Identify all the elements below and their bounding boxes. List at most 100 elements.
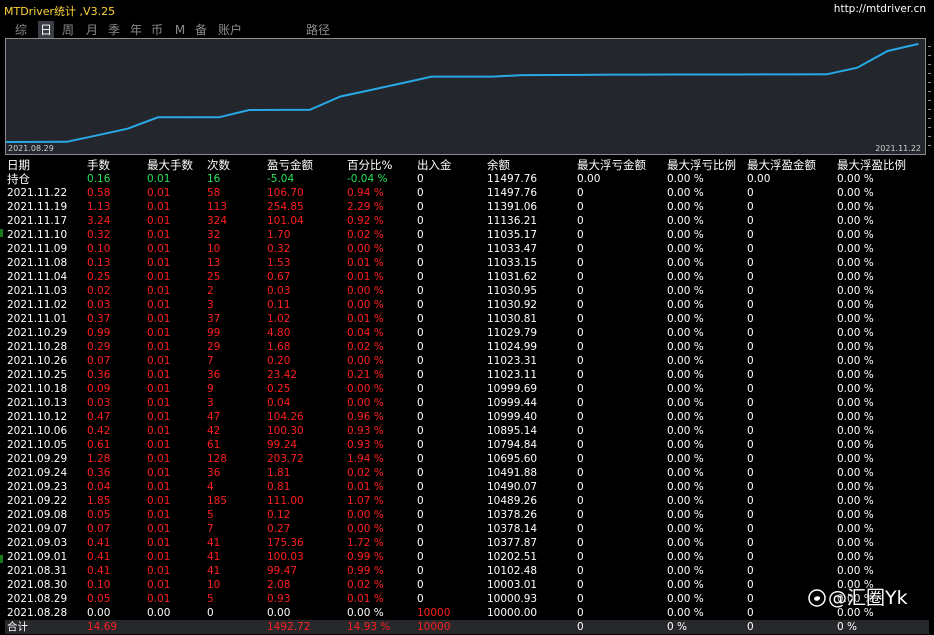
tab-2[interactable]: 周	[60, 21, 76, 39]
table-cell: 1.94 %	[347, 453, 384, 465]
table-cell: 0	[577, 537, 584, 549]
table-row[interactable]: 2021.11.19 1.13 0.01 113 254.85 2.29 % 0 11391.…	[5, 200, 929, 214]
table-row[interactable]: 2021.11.17 3.24 0.01 324 101.04 0.92 % 0 11136.…	[5, 214, 929, 228]
table-row[interactable]: 2021.09.07 0.07 0.01 7 0.27 0.00 % 0 10378.14 0 0…	[5, 522, 929, 536]
table-row[interactable]: 2021.11.02 0.03 0.01 3 0.11 0.00 % 0 11030.92 0 0…	[5, 298, 929, 312]
table-row[interactable]: 2021.09.23 0.04 0.01 4 0.81 0.01 % 0 10490.07 0 0…	[5, 480, 929, 494]
table-cell: 29	[207, 341, 221, 353]
table-cell: 11033.47	[487, 243, 538, 255]
table-cell: 0.01	[147, 467, 171, 479]
table-cell: 0.96 %	[347, 411, 384, 423]
title-bar: MTDriver统计 ,V3.25 http://mtdriver.cn	[0, 0, 934, 20]
table-row[interactable]: 2021.10.05 0.61 0.01 61 99.24 0.93 % 0 10794.84…	[5, 438, 929, 452]
table-cell: 0	[417, 257, 424, 269]
tab-3[interactable]: 月	[84, 21, 100, 39]
holding-row[interactable]: 持仓 0.16 0.01 16 -5.04 -0.04 % 0 11497.76 0.00 0.0…	[5, 172, 929, 186]
table-cell: 2021.09.22	[7, 495, 68, 507]
table-row[interactable]: 2021.11.09 0.10 0.01 10 0.32 0.00 % 0 11033.47 0…	[5, 242, 929, 256]
column-header[interactable]: 次数	[205, 157, 265, 172]
column-header[interactable]: 百分比%	[345, 157, 415, 172]
tab-0[interactable]: 综	[12, 21, 30, 39]
table-row[interactable]: 2021.11.22 0.58 0.01 58 106.70 0.94 % 0 11497.7…	[5, 186, 929, 200]
equity-point	[552, 74, 554, 76]
table-cell: 0.01	[147, 481, 171, 493]
table-cell: 11030.95	[487, 285, 538, 297]
table-row[interactable]: 2021.10.18 0.09 0.01 9 0.25 0.00 % 0 10999.69 0 0…	[5, 382, 929, 396]
column-header[interactable]: 盈亏金额	[265, 157, 345, 172]
equity-point	[613, 73, 615, 76]
table-cell: 10999.40	[487, 411, 538, 423]
table-cell: 0	[417, 341, 424, 353]
total-row[interactable]: 合计 14.69 1492.72 14.93 % 10000 0 0 % 0 0 %	[5, 620, 929, 634]
table-cell: 0.01	[147, 229, 171, 241]
table-row[interactable]: 2021.11.03 0.02 0.01 2 0.03 0.00 % 0 11030.95 0 0…	[5, 284, 929, 298]
column-header[interactable]: 最大手数	[145, 157, 205, 172]
table-cell: 0.01	[147, 537, 171, 549]
tab-7[interactable]: M	[172, 21, 188, 39]
table-cell: 175.36	[267, 537, 304, 549]
column-header[interactable]: 日期	[5, 157, 85, 172]
table-cell: 0	[417, 313, 424, 325]
column-header[interactable]: 最大浮亏比例	[665, 157, 745, 172]
column-header[interactable]: 最大浮盈比例	[835, 157, 929, 172]
table-row[interactable]: 2021.10.28 0.29 0.01 29 1.68 0.02 % 0 11024.99 0…	[5, 340, 929, 354]
column-header[interactable]: 最大浮亏金额	[575, 157, 665, 172]
table-cell: 0.37	[87, 313, 111, 325]
table-row[interactable]: 2021.10.29 0.99 0.01 99 4.80 0.04 % 0 11029.79 0…	[5, 326, 929, 340]
table-row[interactable]: 2021.10.06 0.42 0.01 42 100.30 0.93 % 0 10895.1…	[5, 424, 929, 438]
tab-9[interactable]: 账户	[216, 21, 244, 39]
tab-8[interactable]: 备	[192, 21, 210, 39]
table-row[interactable]: 2021.10.26 0.07 0.01 7 0.20 0.00 % 0 11023.31 0 0…	[5, 354, 929, 368]
table-row[interactable]: 2021.09.08 0.05 0.01 5 0.12 0.00 % 0 10378.26 0 0…	[5, 508, 929, 522]
table-cell: 0.00 %	[667, 369, 704, 381]
table-cell: 0.00 %	[667, 243, 704, 255]
column-header[interactable]: 手数	[85, 157, 145, 172]
tab-1[interactable]: 日	[38, 21, 54, 39]
tab-5[interactable]: 年	[128, 21, 144, 39]
table-row[interactable]: 2021.08.31 0.41 0.01 41 99.47 0.99 % 0 10102.48…	[5, 564, 929, 578]
table-row[interactable]: 2021.08.30 0.10 0.01 10 2.08 0.02 % 0 10003.01 0…	[5, 578, 929, 592]
tab-10[interactable]: 路径	[304, 21, 332, 39]
table-row[interactable]: 2021.09.24 0.36 0.01 36 1.81 0.02 % 0 10491.88 0…	[5, 466, 929, 480]
column-header[interactable]: 出入金	[415, 157, 485, 172]
table-row[interactable]: 2021.11.01 0.37 0.01 37 1.02 0.01 % 0 11030.81 0…	[5, 312, 929, 326]
table-cell: 2021.11.01	[7, 313, 68, 325]
table-cell: 0.00 %	[667, 173, 704, 185]
table-cell: 0.00 %	[667, 285, 704, 297]
table-cell: 0.00 %	[347, 397, 384, 409]
table-cell: 0	[577, 201, 584, 213]
table-cell: 11023.11	[487, 369, 538, 381]
column-header[interactable]: 余额	[485, 157, 575, 172]
table-cell: 2021.11.17	[7, 215, 68, 227]
table-row[interactable]: 2021.11.10 0.32 0.01 32 1.70 0.02 % 0 11035.17 0…	[5, 228, 929, 242]
column-header[interactable]: 最大浮盈金额	[745, 157, 835, 172]
table-cell: 0.01	[147, 327, 171, 339]
table-row[interactable]: 2021.10.13 0.03 0.01 3 0.04 0.00 % 0 10999.44 0 0…	[5, 396, 929, 410]
table-cell: 5	[207, 593, 214, 605]
table-cell: 0.01	[147, 495, 171, 507]
website-link[interactable]: http://mtdriver.cn	[834, 3, 926, 15]
table-row[interactable]: 2021.10.12 0.47 0.01 47 104.26 0.96 % 0 10999.4…	[5, 410, 929, 424]
table-row[interactable]: 2021.09.01 0.41 0.01 41 100.03 0.99 % 0 10202.5…	[5, 550, 929, 564]
table-row[interactable]: 2021.11.04 0.25 0.01 25 0.67 0.01 % 0 11031.62 0…	[5, 270, 929, 284]
table-cell: 0.00 %	[837, 467, 874, 479]
table-cell: 2021.10.13	[7, 397, 68, 409]
table-cell: 0	[417, 369, 424, 381]
table-row[interactable]: 2021.09.29 1.28 0.01 128 203.72 1.94 % 0 10695.…	[5, 452, 929, 466]
table-cell: 0	[207, 607, 214, 619]
table-row[interactable]: 2021.09.03 0.41 0.01 41 175.36 1.72 % 0 10377.8…	[5, 536, 929, 550]
table-cell: 0	[747, 551, 754, 563]
table-cell: 41	[207, 551, 221, 563]
stats-table: 日期 手数 最大手数 次数 盈亏金额 百分比% 出入金 余额 最大浮亏金额 最大浮亏比例 最大浮盈金…	[5, 157, 929, 634]
table-row[interactable]: 2021.10.25 0.36 0.01 36 23.42 0.21 % 0 11023.11…	[5, 368, 929, 382]
table-cell: 0.93 %	[347, 425, 384, 437]
deposit-row[interactable]: 2021.08.28 0.00 0.00 0 0.00 0.00 % 10000 10000.…	[5, 606, 929, 620]
table-cell: 0	[745, 620, 835, 634]
table-row[interactable]: 2021.08.29 0.05 0.01 5 0.93 0.01 % 0 10000.93 0 0…	[5, 592, 929, 606]
table-cell: 0.04	[267, 397, 291, 409]
table-row[interactable]: 2021.09.22 1.85 0.01 185 111.00 1.07 % 0 10489.…	[5, 494, 929, 508]
tab-4[interactable]: 季	[106, 21, 122, 39]
table-cell	[145, 620, 205, 634]
table-row[interactable]: 2021.11.08 0.13 0.01 13 1.53 0.01 % 0 11033.15 0…	[5, 256, 929, 270]
tab-6[interactable]: 币	[148, 21, 166, 39]
